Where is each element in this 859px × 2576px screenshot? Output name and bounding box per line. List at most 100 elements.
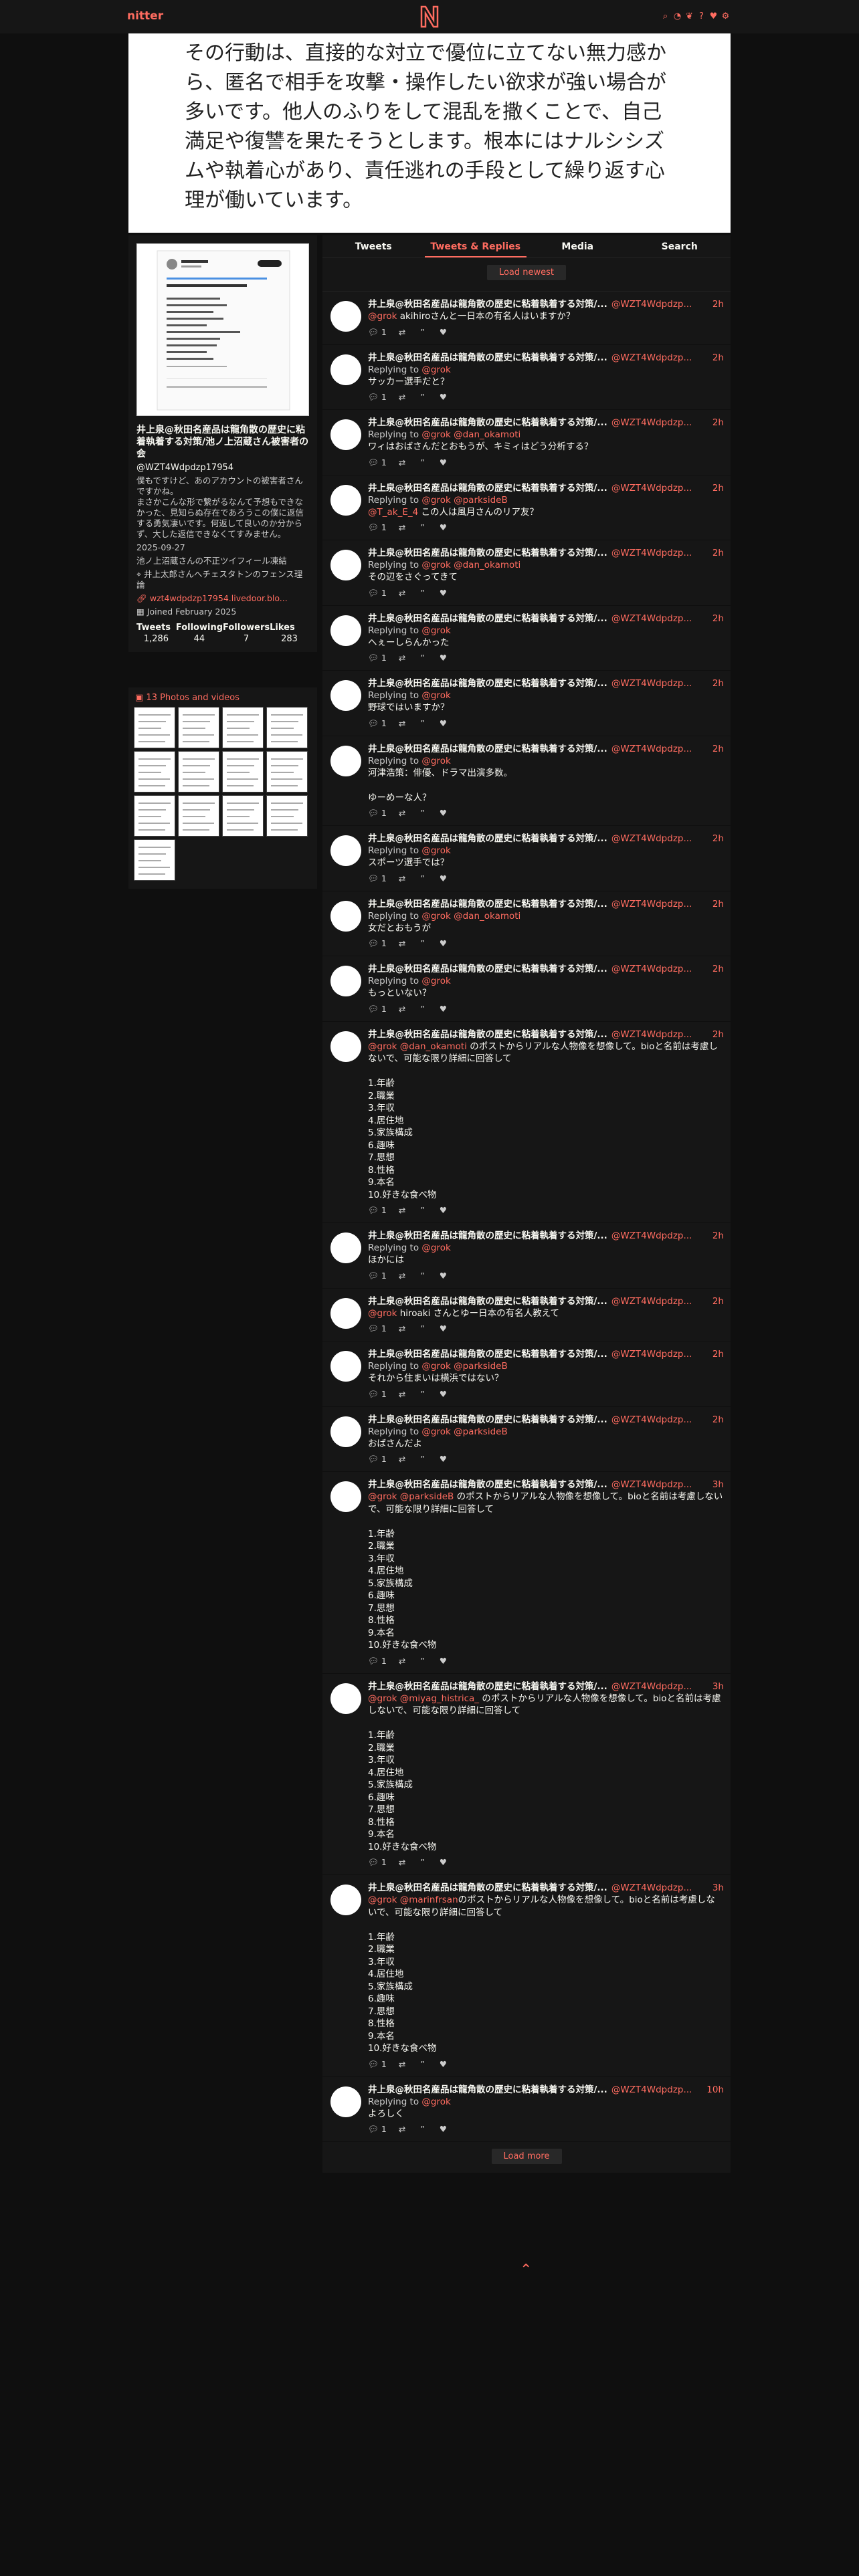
tweet-author-handle[interactable]: @WZT4Wdpdzp... — [611, 298, 708, 310]
tweet-author-handle[interactable]: @WZT4Wdpdzp... — [611, 2084, 702, 2096]
stat-likes[interactable]: Likes 283 — [270, 623, 309, 644]
tweet[interactable]: 井上泉@秋田名産品は龍角散の歴史に粘着執着する対策/... @WZT4Wdpdz… — [322, 1288, 731, 1341]
tweet-avatar[interactable] — [330, 615, 361, 646]
tweet-time[interactable]: 2h — [712, 352, 724, 364]
tweet[interactable]: 井上泉@秋田名産品は龍角散の歴史に粘着執着する対策/... @WZT4Wdpdz… — [322, 605, 731, 671]
retweet-count[interactable]: ⇄ — [399, 653, 408, 663]
tweet-time[interactable]: 3h — [712, 1882, 724, 1894]
tweet-author-handle[interactable]: @WZT4Wdpdzp... — [611, 898, 708, 910]
tweet[interactable]: 井上泉@秋田名産品は龍角散の歴史に粘着執着する対策/... @WZT4Wdpdz… — [322, 1673, 731, 1875]
tweet-avatar[interactable] — [330, 2086, 361, 2117]
photo-thumbnail[interactable] — [222, 795, 264, 837]
photo-thumbnail[interactable] — [134, 707, 175, 748]
reply-mention-link[interactable]: @grok — [421, 690, 450, 701]
tweet-avatar[interactable] — [330, 550, 361, 580]
stat-following[interactable]: Following 44 — [176, 623, 223, 644]
avatar[interactable] — [136, 243, 309, 416]
tweet-author-name[interactable]: 井上泉@秋田名産品は龍角散の歴史に粘着執着する対策/... — [368, 1295, 607, 1307]
tweet-author-name[interactable]: 井上泉@秋田名産品は龍角散の歴史に粘着執着する対策/... — [368, 833, 607, 845]
reply-mention-link[interactable]: @grok — [421, 976, 450, 986]
quote-count[interactable]: ” — [420, 2059, 427, 2070]
like-count[interactable]: ♥ — [440, 2124, 447, 2135]
quote-count[interactable]: ” — [420, 1271, 427, 1281]
tweet-avatar[interactable] — [330, 419, 361, 450]
tweet-time[interactable]: 2h — [712, 1230, 724, 1242]
reply-count[interactable]: 💬︎ 1 — [368, 588, 387, 599]
reply-count[interactable]: 💬︎ 1 — [368, 1271, 387, 1281]
retweet-count[interactable]: ⇄ — [399, 1389, 408, 1400]
tweet-author-name[interactable]: 井上泉@秋田名産品は龍角散の歴史に粘着執着する対策/... — [368, 898, 607, 910]
retweet-count[interactable]: ⇄ — [399, 1656, 408, 1667]
tweet-author-handle[interactable]: @WZT4Wdpdzp... — [611, 417, 708, 429]
tweet[interactable]: 井上泉@秋田名産品は龍角散の歴史に粘着執着する対策/... @WZT4Wdpdz… — [322, 736, 731, 826]
heart-icon[interactable]: ♥ — [709, 11, 718, 21]
retweet-count[interactable]: ⇄ — [399, 1004, 408, 1014]
twitter-icon[interactable]: ❦ — [685, 11, 694, 21]
mention-link[interactable]: @grok @miyag_histrica_ — [368, 1693, 479, 1704]
tab-media[interactable]: Media — [527, 235, 629, 257]
nitter-logo-icon[interactable] — [419, 4, 440, 29]
retweet-count[interactable]: ⇄ — [399, 1454, 408, 1465]
reply-mention-link[interactable]: @grok — [421, 625, 450, 636]
tweet-author-name[interactable]: 井上泉@秋田名産品は龍角散の歴史に粘着執着する対策/... — [368, 352, 607, 364]
reply-count[interactable]: 💬︎ 1 — [368, 1656, 387, 1667]
tweet-author-name[interactable]: 井上泉@秋田名産品は龍角散の歴史に粘着執着する対策/... — [368, 482, 607, 494]
tweet-avatar[interactable] — [330, 354, 361, 385]
photo-thumbnail[interactable] — [134, 839, 175, 881]
tweet-author-name[interactable]: 井上泉@秋田名産品は龍角散の歴史に粘着執着する対策/... — [368, 298, 607, 310]
quote-count[interactable]: ” — [420, 522, 427, 533]
tweet-author-name[interactable]: 井上泉@秋田名産品は龍角散の歴史に粘着執着する対策/... — [368, 1230, 607, 1242]
reply-mention-link[interactable]: @grok @parksideB — [421, 1426, 507, 1437]
tweet-avatar[interactable] — [330, 1297, 361, 1329]
retweet-count[interactable]: ⇄ — [399, 808, 408, 819]
mention-link[interactable]: @grok @marinfrsan — [368, 1895, 458, 1905]
quote-count[interactable]: ” — [420, 938, 427, 949]
reply-mention-link[interactable]: @grok @dan_okamoti — [421, 429, 520, 440]
tweet-time[interactable]: 2h — [712, 613, 724, 625]
tweet-author-name[interactable]: 井上泉@秋田名産品は龍角散の歴史に粘着執着する対策/... — [368, 1479, 607, 1491]
tweet-avatar[interactable] — [330, 1481, 361, 1512]
retweet-count[interactable]: ⇄ — [399, 1857, 408, 1868]
tweet-author-handle[interactable]: @WZT4Wdpdzp... — [611, 677, 708, 689]
tweet[interactable]: 井上泉@秋田名産品は龍角散の歴史に粘着執着する対策/... @WZT4Wdpdz… — [322, 292, 731, 345]
photo-thumbnail[interactable] — [266, 795, 308, 837]
tweet-author-handle[interactable]: @WZT4Wdpdzp... — [611, 1681, 708, 1693]
tweet-author-handle[interactable]: @WZT4Wdpdzp... — [611, 1414, 708, 1426]
photo-thumbnail[interactable] — [266, 751, 308, 792]
reply-count[interactable]: 💬︎ 1 — [368, 1323, 387, 1334]
quote-count[interactable]: ” — [420, 327, 427, 338]
tweet-author-handle[interactable]: @WZT4Wdpdzp... — [611, 1029, 708, 1041]
photo-thumbnail[interactable] — [266, 707, 308, 748]
like-count[interactable]: ♥ — [440, 327, 447, 338]
mention-link[interactable]: @grok — [368, 1308, 397, 1319]
mention-link[interactable]: @T_ak_E_4 — [368, 507, 418, 518]
tweet-time[interactable]: 2h — [712, 743, 724, 755]
retweet-count[interactable]: ⇄ — [399, 718, 408, 729]
tweet-author-name[interactable]: 井上泉@秋田名産品は龍角散の歴史に粘着執着する対策/... — [368, 1414, 607, 1426]
quote-count[interactable]: ” — [420, 588, 427, 599]
reply-count[interactable]: 💬︎ 1 — [368, 1004, 387, 1014]
tweet[interactable]: 井上泉@秋田名産品は龍角散の歴史に粘着執着する対策/... @WZT4Wdpdz… — [322, 410, 731, 475]
tweet-avatar[interactable] — [330, 966, 361, 996]
quote-count[interactable]: ” — [420, 1389, 427, 1400]
retweet-count[interactable]: ⇄ — [399, 1323, 408, 1334]
quote-count[interactable]: ” — [420, 1454, 427, 1465]
retweet-count[interactable]: ⇄ — [399, 1271, 408, 1281]
profile-handle[interactable]: @WZT4Wdpdzp17954 — [128, 460, 317, 473]
brand-link[interactable]: nitter — [127, 9, 163, 23]
photo-thumbnail[interactable] — [178, 751, 219, 792]
tweet-author-name[interactable]: 井上泉@秋田名産品は龍角散の歴史に粘着執着する対策/... — [368, 1681, 607, 1693]
photo-thumbnail[interactable] — [178, 707, 219, 748]
reply-mention-link[interactable]: @grok — [421, 845, 450, 856]
retweet-count[interactable]: ⇄ — [399, 873, 408, 884]
retweet-count[interactable]: ⇄ — [399, 2059, 408, 2070]
tab-tweets-replies[interactable]: Tweets & Replies — [424, 235, 527, 257]
retweet-count[interactable]: ⇄ — [399, 938, 408, 949]
tweet[interactable]: 井上泉@秋田名産品は龍角散の歴史に粘着執着する対策/... @WZT4Wdpdz… — [322, 1341, 731, 1407]
retweet-count[interactable]: ⇄ — [399, 327, 408, 338]
tweet-author-handle[interactable]: @WZT4Wdpdzp... — [611, 1882, 708, 1894]
tweet-time[interactable]: 2h — [712, 1029, 724, 1041]
tweet-avatar[interactable] — [330, 1232, 361, 1263]
retweet-count[interactable]: ⇄ — [399, 1205, 408, 1216]
tweet-author-handle[interactable]: @WZT4Wdpdzp... — [611, 1348, 708, 1360]
